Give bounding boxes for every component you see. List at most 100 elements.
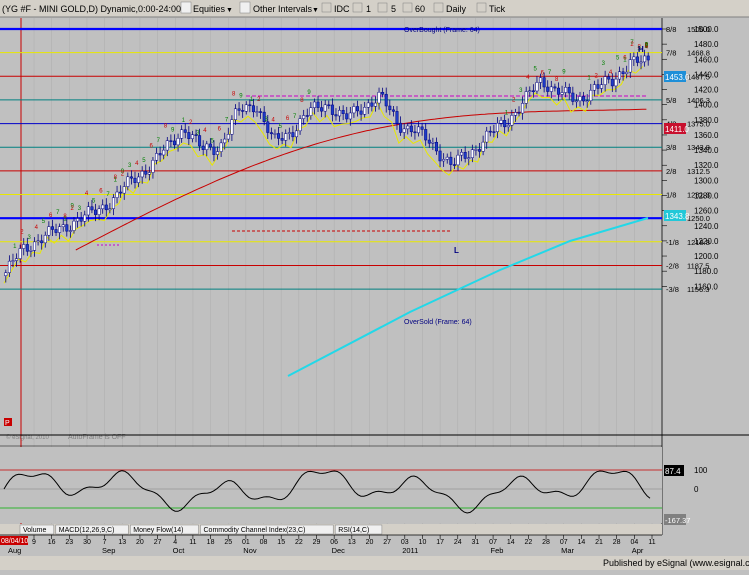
candle-body xyxy=(129,176,133,179)
candle-body xyxy=(431,141,435,144)
candle-body xyxy=(309,107,313,116)
candle-body xyxy=(409,125,413,133)
candle-body xyxy=(582,96,586,102)
candle-body xyxy=(589,89,593,102)
candle-body xyxy=(241,110,245,112)
candle-body xyxy=(79,218,83,222)
candle-body xyxy=(424,129,428,141)
date-tick-label: 22 xyxy=(525,539,533,546)
candle-body xyxy=(18,248,22,259)
candle-body xyxy=(366,102,370,108)
other-intervals-label: Other Intervals xyxy=(253,4,313,14)
candle-body xyxy=(434,141,438,152)
candle-body xyxy=(513,112,517,116)
candle-body xyxy=(47,226,51,236)
murrey-label: 3/8 xyxy=(666,143,676,152)
candle-body xyxy=(287,132,291,134)
candle-body xyxy=(388,105,392,111)
murrey-label: -1/8 xyxy=(666,238,679,247)
interval-1-label: 1 xyxy=(366,4,371,14)
candle-body xyxy=(180,129,184,139)
candle-body xyxy=(456,154,460,166)
candle-body xyxy=(352,106,356,114)
candle-body xyxy=(54,229,58,233)
candle-body xyxy=(29,250,33,252)
high-marker: H xyxy=(638,45,644,54)
price-tick-label: 1380.0 xyxy=(694,116,719,125)
date-tick-label: 14 xyxy=(577,539,585,546)
symbol-title: (YG #F - MINI GOLD,D) Dynamic,0:00-24:00 xyxy=(2,4,181,14)
candle-body xyxy=(639,61,643,64)
month-label: Oct xyxy=(173,546,186,555)
candle-body xyxy=(646,55,650,61)
candle-body xyxy=(126,176,130,187)
candle-body xyxy=(359,110,363,115)
candle-body xyxy=(348,112,352,120)
candle-body xyxy=(133,177,137,183)
candle-body xyxy=(345,113,349,120)
date-tick-label: 10 xyxy=(419,539,427,546)
study-tab[interactable]: Volume xyxy=(19,524,55,535)
candle-body xyxy=(36,240,40,243)
price-tick-label: 1360.0 xyxy=(694,131,719,140)
candle-body xyxy=(327,104,331,107)
study-tab-label: Commodity Channel Index(23,C) xyxy=(204,527,306,534)
study-tab[interactable]: Commodity Channel Index(23,C) xyxy=(200,524,334,535)
date-tick-label: 07 xyxy=(560,539,568,546)
candle-body xyxy=(399,122,403,133)
chart-window: (YG #F - MINI GOLD,D) Dynamic,0:00-24:00… xyxy=(0,0,749,570)
candle-body xyxy=(535,82,539,92)
murrey-label: 2/8 xyxy=(666,167,676,176)
candle-body xyxy=(86,206,90,216)
candle-body xyxy=(510,115,514,126)
study-tab[interactable]: MACD(12,26,9,C) xyxy=(55,524,129,535)
price-tick-label: 1500.0 xyxy=(694,25,719,34)
candle-body xyxy=(190,134,194,139)
candle-body xyxy=(560,92,564,95)
date-tick-label: 28 xyxy=(613,539,621,546)
candle-body xyxy=(305,115,309,117)
candle-body xyxy=(273,133,277,135)
toolbar: (YG #F - MINI GOLD,D) Dynamic,0:00-24:00… xyxy=(0,0,749,18)
study-tab-label: Volume xyxy=(23,527,46,534)
study-tab[interactable]: Money Flow(14) xyxy=(130,524,199,535)
candle-body xyxy=(600,84,604,89)
candle-body xyxy=(25,244,29,252)
candle-body xyxy=(302,115,306,119)
study-tab[interactable]: RSI(14,C) xyxy=(334,524,383,535)
candle-body xyxy=(420,126,424,130)
date-tick-label: 04 xyxy=(630,539,638,546)
candle-body xyxy=(284,133,288,141)
date-tick-label: 31 xyxy=(472,539,480,546)
candle-body xyxy=(115,191,119,198)
candle-body xyxy=(255,111,259,113)
candle-body xyxy=(172,140,176,146)
candle-body xyxy=(158,153,162,156)
tick-label: Tick xyxy=(489,4,506,14)
candle-body xyxy=(391,109,395,112)
candle-body xyxy=(621,71,625,75)
candle-body xyxy=(251,105,255,113)
candle-body xyxy=(43,234,47,244)
candle-body xyxy=(492,131,496,133)
date-tick-label: 23 xyxy=(65,539,73,546)
candle-body xyxy=(384,93,388,107)
chevron-down-icon: ▼ xyxy=(226,7,233,14)
candle-body xyxy=(553,86,557,89)
candle-body xyxy=(61,224,65,227)
price-tick-label: 1440.0 xyxy=(694,70,719,79)
candle-body xyxy=(183,129,187,133)
osc-tick-100: 100 xyxy=(694,466,708,475)
candle-body xyxy=(521,103,525,114)
candle-body xyxy=(460,152,464,156)
chart-canvas: (YG #F - MINI GOLD,D) Dynamic,0:00-24:00… xyxy=(0,0,749,570)
candle-body xyxy=(442,159,446,162)
candle-body xyxy=(628,59,632,73)
candle-body xyxy=(373,102,377,107)
price-tick-label: 1280.0 xyxy=(694,191,719,200)
candle-body xyxy=(330,104,334,115)
candle-body xyxy=(65,224,69,232)
last-price-value: 1453.0 xyxy=(665,73,690,82)
candle-body xyxy=(467,157,471,159)
candle-body xyxy=(155,153,159,161)
